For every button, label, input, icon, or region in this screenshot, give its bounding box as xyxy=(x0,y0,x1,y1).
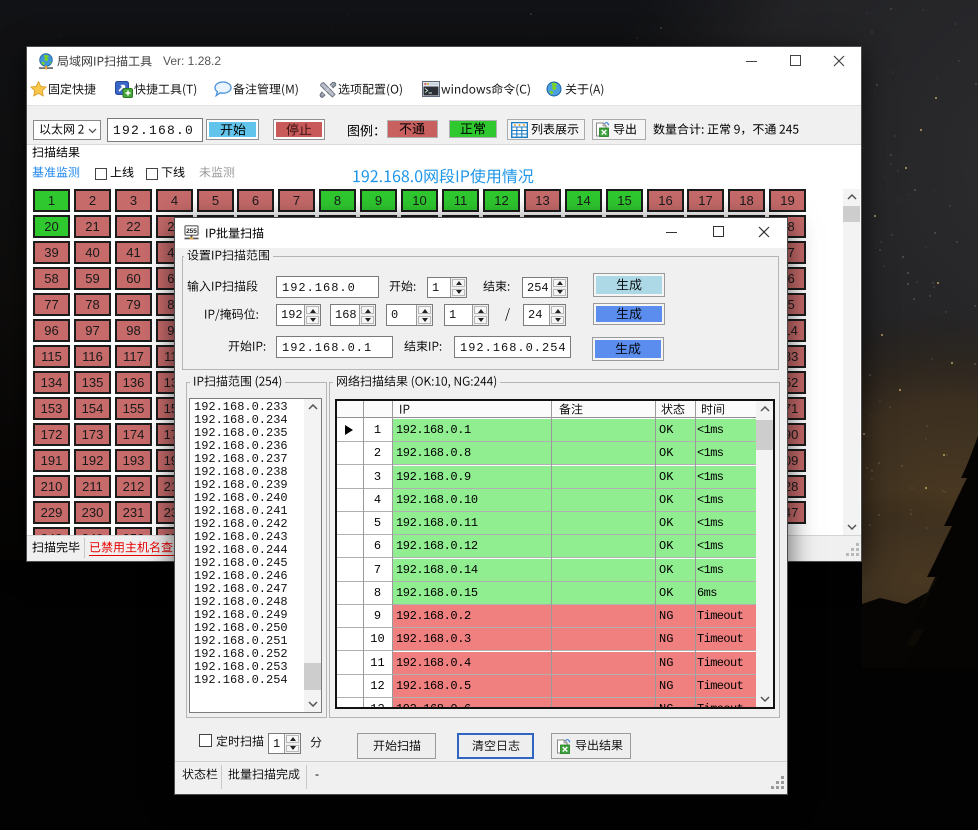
svg-text:255: 255 xyxy=(186,228,197,235)
